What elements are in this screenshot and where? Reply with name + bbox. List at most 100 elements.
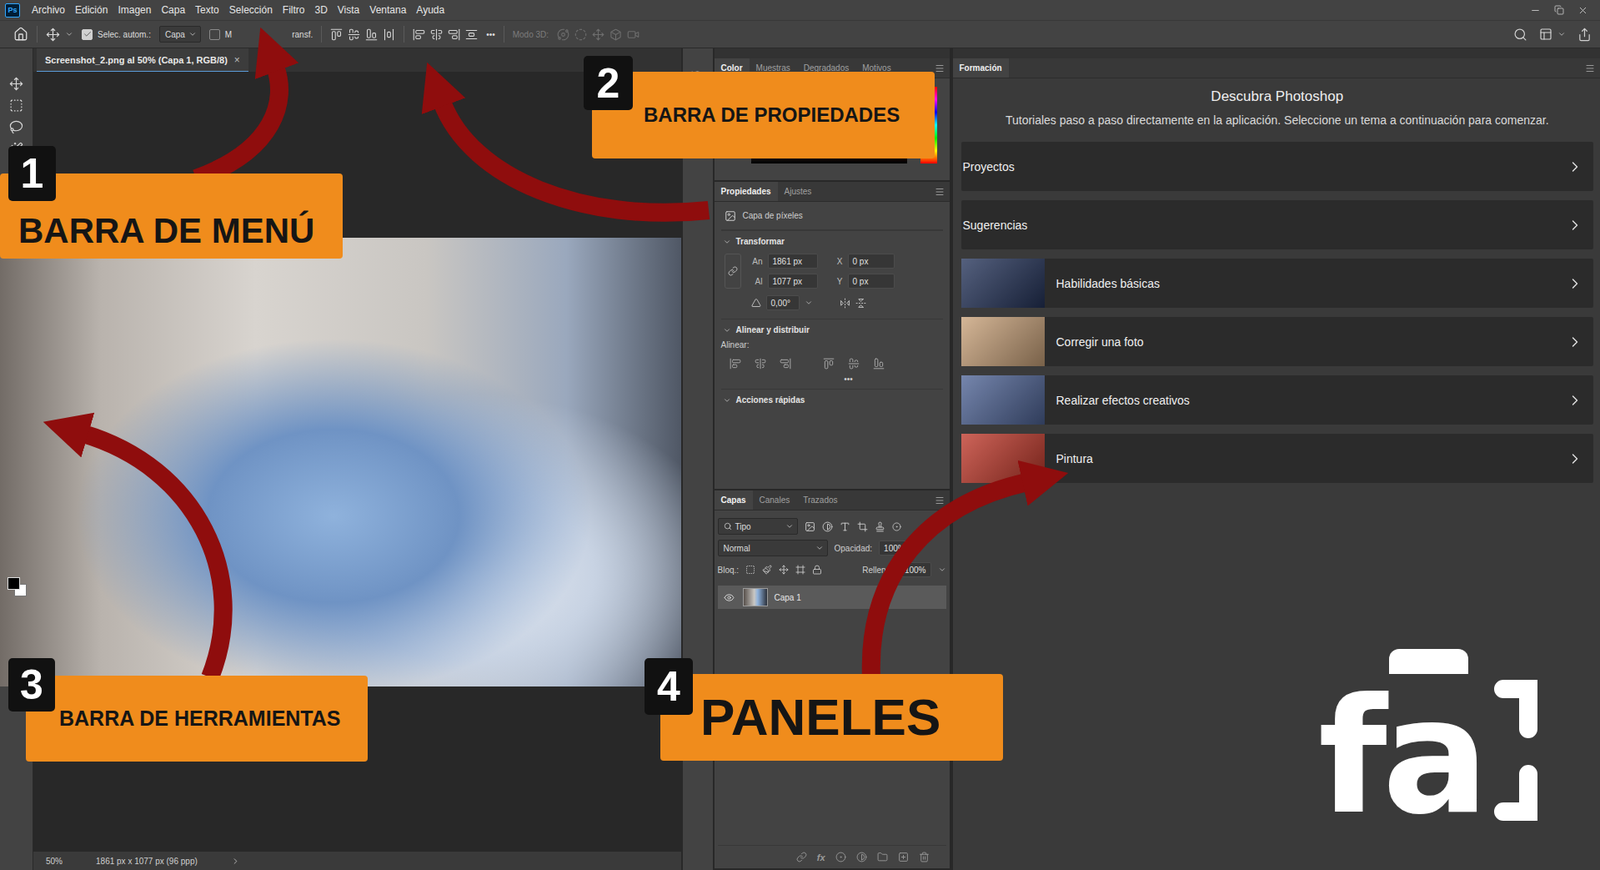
flip-vertical-icon[interactable] <box>855 297 867 309</box>
search-icon[interactable] <box>1513 27 1528 42</box>
align-bottom-icon[interactable] <box>365 28 378 41</box>
menu-item[interactable]: Texto <box>190 0 225 21</box>
layer-row[interactable]: Capa 1 <box>717 585 947 609</box>
color-swatches[interactable] <box>722 86 745 109</box>
menu-item[interactable]: Imagen <box>112 0 156 21</box>
opacity-input[interactable]: 100% <box>878 540 911 556</box>
menu-item[interactable]: Filtro <box>277 0 311 21</box>
learn-card[interactable]: Proyectos <box>961 141 1595 191</box>
share-icon[interactable] <box>1577 27 1592 42</box>
paragraph-panel-icon[interactable] <box>691 121 704 135</box>
align-middle-icon[interactable] <box>847 357 860 370</box>
learn-card[interactable]: Corregir una foto <box>961 316 1595 367</box>
panel-menu[interactable] <box>934 490 950 510</box>
status-menu-icon[interactable] <box>230 856 241 866</box>
new-layer-icon[interactable] <box>897 851 909 863</box>
align-top-icon[interactable] <box>330 28 343 41</box>
smart-object-filter-icon[interactable] <box>874 521 886 532</box>
align-right-icon[interactable] <box>779 357 792 370</box>
align-middle-icon[interactable] <box>347 28 361 41</box>
menu-item[interactable]: Capa <box>155 0 191 21</box>
field-input[interactable]: 1861 px <box>767 253 818 269</box>
type-filter-icon[interactable] <box>839 521 851 532</box>
hue-slider[interactable] <box>920 86 938 164</box>
auto-select-target[interactable]: Capa <box>159 25 201 43</box>
visibility-toggle[interactable] <box>722 591 737 603</box>
add-mask-icon[interactable] <box>835 851 847 863</box>
learn-card[interactable]: Pintura <box>961 433 1595 483</box>
section-chevron-icon[interactable] <box>722 326 732 335</box>
panel-menu[interactable] <box>1584 58 1600 78</box>
blend-mode-select[interactable]: Normal <box>717 539 828 557</box>
section-chevron-icon[interactable] <box>722 396 732 405</box>
flip-horizontal-icon[interactable] <box>839 297 851 309</box>
character-panel-icon[interactable] <box>690 95 705 111</box>
align-top-icon[interactable] <box>822 357 835 370</box>
layer-style-button[interactable]: fx <box>817 852 826 863</box>
align-left-icon[interactable] <box>729 357 742 370</box>
tool-button[interactable] <box>4 72 30 95</box>
tool-button[interactable] <box>4 115 30 138</box>
document-tab[interactable]: Screenshot_2.png al 50% (Capa 1, RGB/8)× <box>36 48 249 72</box>
distribute-horizontal-icon[interactable] <box>465 28 478 41</box>
panel-tab[interactable]: Ajustes <box>777 181 819 201</box>
panel-tab[interactable]: Degradados <box>797 58 856 78</box>
menu-item[interactable]: Archivo <box>26 0 71 21</box>
learn-card[interactable]: Sugerencias <box>961 200 1595 250</box>
shape-filter-icon[interactable] <box>857 521 868 532</box>
link-button[interactable] <box>724 253 742 289</box>
menu-item[interactable]: Ayuda <box>411 0 450 21</box>
tool-button[interactable] <box>4 159 30 181</box>
lock-transparency-icon[interactable] <box>745 564 756 575</box>
more-options[interactable]: ••• <box>486 30 496 40</box>
chevron-down-icon[interactable] <box>937 565 947 574</box>
pixel-filter-icon[interactable] <box>804 521 816 532</box>
transform-controls-checkbox[interactable]: M <box>209 29 232 41</box>
tool-button[interactable] <box>4 180 30 203</box>
color-field[interactable] <box>751 86 908 164</box>
lock-position-icon[interactable] <box>778 564 789 575</box>
tool-button[interactable] <box>4 94 30 116</box>
panel-menu[interactable] <box>934 181 950 201</box>
foreground-swatch[interactable] <box>7 576 21 590</box>
delete-layer-icon[interactable] <box>918 851 930 863</box>
field-input[interactable]: 0 px <box>847 253 895 269</box>
align-bottom-icon[interactable] <box>872 357 885 370</box>
checkbox[interactable] <box>81 29 93 41</box>
section-header[interactable]: Transformar <box>721 230 943 252</box>
filter-select[interactable]: Tipo <box>717 517 798 535</box>
panel-tab[interactable]: Capas <box>714 490 753 510</box>
lock-pixels-icon[interactable] <box>762 564 773 575</box>
learn-card[interactable]: Realizar efectos creativos <box>961 375 1595 425</box>
tool-button[interactable] <box>4 137 30 160</box>
tool-preset[interactable] <box>45 27 74 42</box>
field-input[interactable]: 1077 px <box>767 273 818 289</box>
panel-tab[interactable]: Propiedades <box>714 181 778 201</box>
minimize-icon[interactable] <box>1529 5 1541 16</box>
chevron-down-icon[interactable] <box>804 298 813 307</box>
learn-card[interactable]: Habilidades básicas <box>961 258 1595 308</box>
more-button[interactable]: ••• <box>843 374 853 389</box>
fill-input[interactable]: 100% <box>899 561 932 577</box>
panel-tab[interactable]: Muestras <box>749 58 798 78</box>
lock-artboard-icon[interactable] <box>795 564 806 575</box>
align-center-icon[interactable] <box>754 357 767 370</box>
link-layers-icon[interactable] <box>796 851 808 863</box>
restore-icon[interactable] <box>1554 5 1565 16</box>
zoom-level[interactable]: 50% <box>45 856 63 866</box>
checkbox[interactable] <box>209 29 221 41</box>
panel-menu[interactable] <box>934 58 950 78</box>
history-panel-icon[interactable] <box>690 70 705 85</box>
menu-item[interactable]: Selección <box>224 0 278 21</box>
section-header[interactable]: Acciones rápidas <box>721 388 943 411</box>
menu-item[interactable]: Vista <box>332 0 365 21</box>
align-center-icon[interactable] <box>430 28 443 41</box>
foreground-swatch[interactable] <box>725 89 738 102</box>
menu-item[interactable]: 3D <box>309 0 332 21</box>
new-group-icon[interactable] <box>877 851 888 863</box>
filter-toggle-icon[interactable] <box>892 521 902 532</box>
align-right-icon[interactable] <box>447 28 461 41</box>
distribute-vertical-icon[interactable] <box>382 28 396 41</box>
canvas[interactable] <box>33 71 682 852</box>
tab-close[interactable]: × <box>234 54 241 66</box>
